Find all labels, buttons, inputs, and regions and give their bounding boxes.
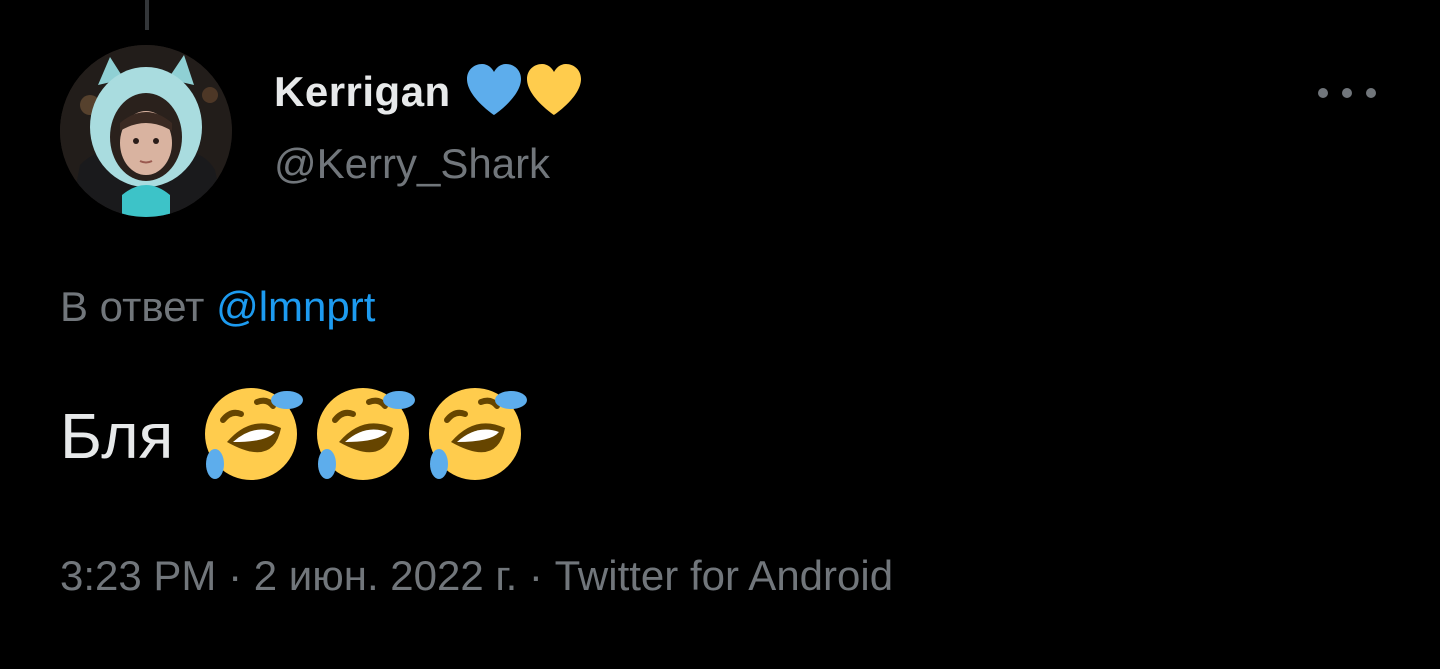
thread-connector-line — [145, 0, 149, 30]
avatar[interactable] — [60, 45, 232, 217]
tweet-time[interactable]: 3:23 PM — [60, 552, 216, 599]
more-horizontal-icon-dot — [1366, 88, 1376, 98]
reply-context: В ответ @lmnprt — [60, 283, 375, 331]
reply-prefix: В ответ — [60, 283, 205, 330]
yellow-heart-icon — [525, 63, 583, 122]
avatar-photo — [60, 45, 232, 217]
author-handle[interactable]: @Kerry_Shark — [274, 140, 550, 188]
tweet-text: Бля — [60, 400, 174, 472]
blue-heart-icon — [465, 63, 523, 122]
display-name[interactable]: Kerrigan — [274, 68, 451, 116]
tweet-date[interactable]: 2 июн. 2022 г. — [254, 552, 517, 599]
rofl-emoji-icon — [425, 384, 529, 489]
tweet-source[interactable]: Twitter for Android — [555, 552, 893, 599]
author-name-row[interactable]: Kerrigan — [274, 62, 583, 122]
meta-separator: · — [528, 552, 543, 599]
rofl-emoji-icon — [201, 384, 305, 489]
more-horizontal-icon-dot — [1342, 88, 1352, 98]
tweet-body: Бля — [60, 386, 537, 486]
more-options-button[interactable] — [1318, 78, 1376, 108]
rofl-emoji-icon — [313, 384, 417, 489]
more-horizontal-icon — [1318, 88, 1328, 98]
meta-separator: · — [228, 552, 243, 599]
tweet-metadata: 3:23 PM · 2 июн. 2022 г. · Twitter for A… — [60, 552, 893, 600]
reply-mention-link[interactable]: @lmnprt — [216, 283, 375, 330]
